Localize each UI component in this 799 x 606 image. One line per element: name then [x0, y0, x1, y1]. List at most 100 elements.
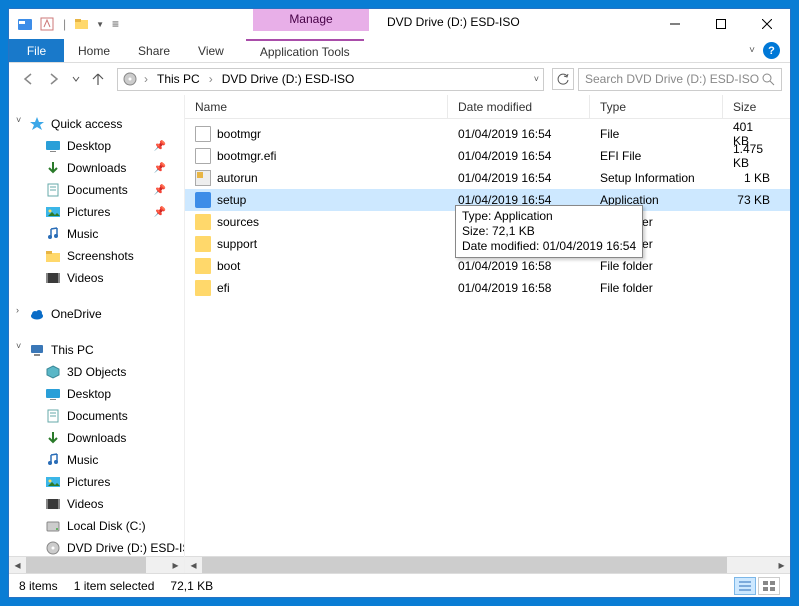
back-button[interactable] [17, 68, 39, 90]
tab-home[interactable]: Home [64, 39, 124, 62]
file-row[interactable]: bootmgr.efi 01/04/2019 16:54 EFI File 1.… [185, 145, 790, 167]
file-row[interactable]: boot 01/04/2019 16:58 File folder [185, 255, 790, 277]
file-rows[interactable]: bootmgr 01/04/2019 16:54 File 401 KB boo… [185, 119, 790, 556]
file-icon [195, 148, 211, 164]
file-date: 01/04/2019 16:58 [448, 259, 590, 273]
folder-icon [195, 258, 211, 274]
tree-item[interactable]: Videos [9, 493, 184, 515]
scroll-left-icon[interactable]: ◂ [9, 557, 26, 574]
nav-bar: › This PC › DVD Drive (D:) ESD-ISO ˅ Sea… [9, 63, 790, 95]
tree-thispc[interactable]: This PC [9, 339, 184, 361]
status-selected: 1 item selected [74, 579, 155, 593]
ribbon-expand-icon[interactable]: ˅ [749, 45, 755, 56]
tree-label: Documents [67, 409, 128, 423]
tooltip-line: Type: Application [462, 209, 636, 224]
tab-application-tools[interactable]: Application Tools [246, 39, 364, 62]
tree-item[interactable]: 3D Objects [9, 361, 184, 383]
file-size: 1 KB [723, 171, 790, 185]
file-row[interactable]: efi 01/04/2019 16:58 File folder [185, 277, 790, 299]
file-row[interactable]: autorun 01/04/2019 16:54 Setup Informati… [185, 167, 790, 189]
search-box[interactable]: Search DVD Drive (D:) ESD-ISO [578, 68, 782, 91]
file-icon [195, 126, 211, 142]
tree-item[interactable]: Documents 📌 [9, 179, 184, 201]
app-icon [17, 16, 33, 32]
tree-hscrollbar[interactable]: ◂ ▸ [9, 556, 184, 573]
tree-item[interactable]: Videos [9, 267, 184, 289]
tree-item[interactable]: Pictures📌 [9, 201, 184, 223]
tree-item[interactable]: Documents [9, 405, 184, 427]
crumb-sep-icon[interactable]: › [142, 72, 150, 86]
crumb-current[interactable]: DVD Drive (D:) ESD-ISO [219, 72, 358, 86]
crumb-sep-icon[interactable]: › [207, 72, 215, 86]
disk-icon [45, 518, 61, 534]
minimize-button[interactable] [652, 9, 698, 39]
tree-item[interactable]: Desktop📌 [9, 135, 184, 157]
view-icons-button[interactable] [758, 577, 780, 595]
twisty-icon[interactable]: ˅ [16, 115, 21, 125]
folder-icon [195, 280, 211, 296]
col-size[interactable]: Size [723, 95, 790, 118]
tree-item[interactable]: Music [9, 449, 184, 471]
pin-icon: 📌 [154, 207, 166, 218]
recent-dropdown[interactable] [69, 68, 83, 90]
tree-item[interactable]: Downloads📌 [9, 157, 184, 179]
refresh-button[interactable] [552, 68, 574, 90]
address-dropdown-icon[interactable]: ˅ [534, 74, 539, 84]
twisty-icon[interactable]: ˅ [16, 341, 21, 351]
tree-label: Documents [67, 183, 128, 197]
tree-label: Screenshots [67, 249, 134, 263]
tree-item[interactable]: Music [9, 223, 184, 245]
view-details-button[interactable] [734, 577, 756, 595]
desktop-icon [45, 386, 61, 402]
crumb-thispc[interactable]: This PC [154, 72, 203, 86]
pin-icon: 📌 [154, 185, 166, 196]
tree-item[interactable]: Desktop [9, 383, 184, 405]
tree-item[interactable]: Pictures [9, 471, 184, 493]
scroll-thumb[interactable] [26, 557, 146, 574]
music-icon [45, 226, 61, 242]
titlebar[interactable]: | ▼ ≡ Manage DVD Drive (D:) ESD-ISO [9, 9, 790, 39]
tree-item[interactable]: Screenshots [9, 245, 184, 267]
col-date[interactable]: Date modified [448, 95, 590, 118]
file-date: 01/04/2019 16:58 [448, 281, 590, 295]
scroll-right-icon[interactable]: ▸ [773, 557, 790, 574]
col-name[interactable]: Name [185, 95, 448, 118]
nav-tree[interactable]: ˅ Quick accessDesktop📌Downloads📌Document… [9, 95, 185, 573]
video-icon [45, 270, 61, 286]
close-button[interactable] [744, 9, 790, 39]
scroll-thumb[interactable] [202, 557, 727, 574]
maximize-button[interactable] [698, 9, 744, 39]
file-type: File folder [590, 259, 723, 273]
qat-overflow-icon[interactable]: ≡ [112, 17, 119, 31]
tree-label: Quick access [51, 117, 122, 131]
col-type[interactable]: Type [590, 95, 723, 118]
twisty-icon[interactable]: › [16, 305, 19, 315]
file-name: setup [217, 193, 246, 207]
qat-properties-icon[interactable] [39, 16, 55, 32]
up-button[interactable] [87, 68, 109, 90]
tab-view[interactable]: View [184, 39, 238, 62]
qat-newfolder-icon[interactable] [74, 16, 90, 32]
file-tab[interactable]: File [9, 39, 64, 62]
scroll-left-icon[interactable]: ◂ [185, 557, 202, 574]
qat-dropdown-icon[interactable]: ▼ [96, 20, 104, 29]
tab-share[interactable]: Share [124, 39, 184, 62]
desktop-icon [45, 138, 61, 154]
pic-icon [45, 474, 61, 490]
scroll-track[interactable] [26, 557, 167, 574]
doc-icon [45, 182, 61, 198]
file-list: Name Date modified Type Size bootmgr 01/… [185, 95, 790, 573]
tree-quick-access[interactable]: Quick access [9, 113, 184, 135]
column-headers: Name Date modified Type Size [185, 95, 790, 119]
file-row[interactable]: bootmgr 01/04/2019 16:54 File 401 KB [185, 123, 790, 145]
address-bar[interactable]: › This PC › DVD Drive (D:) ESD-ISO ˅ [117, 68, 544, 91]
tree-item[interactable]: Downloads [9, 427, 184, 449]
scroll-track[interactable] [202, 557, 773, 574]
tree-onedrive[interactable]: OneDrive [9, 303, 184, 325]
app-icon [195, 192, 211, 208]
scroll-right-icon[interactable]: ▸ [167, 557, 184, 574]
forward-button[interactable] [43, 68, 65, 90]
list-hscrollbar[interactable]: ◂ ▸ [185, 556, 790, 573]
help-icon[interactable]: ? [763, 42, 780, 59]
tree-item[interactable]: Local Disk (C:) [9, 515, 184, 537]
